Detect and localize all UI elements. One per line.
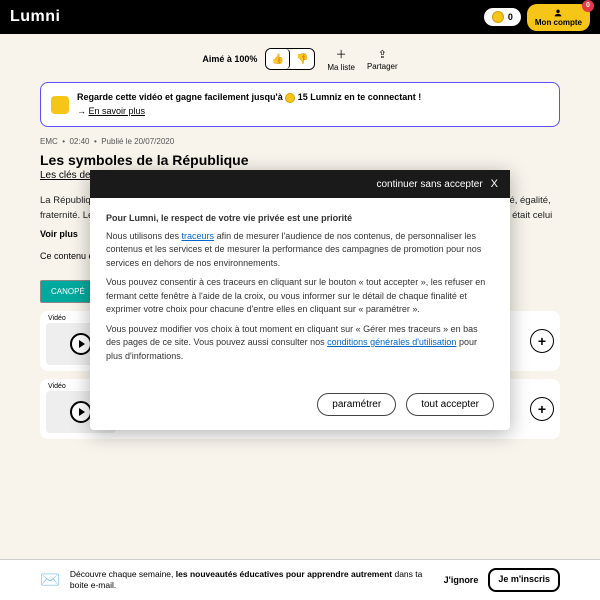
consent-actions: paramétrer tout accepter	[90, 383, 510, 430]
bell-icon	[51, 96, 69, 114]
video-tag: Vidéo	[48, 383, 66, 390]
account-label: Mon compte	[535, 18, 582, 27]
plus-icon: ＋	[336, 46, 347, 62]
action-bar: Aimé à 100% 👍 👎 ＋Ma liste ⇪Partager	[40, 46, 560, 72]
subscribe-button[interactable]: Je m'inscris	[488, 568, 560, 592]
page-title: Les symboles de la République	[40, 152, 560, 168]
coin-icon	[285, 93, 295, 103]
consent-header: continuer sans accepter X	[90, 170, 510, 198]
consent-body: Pour Lumni, le respect de votre vie priv…	[90, 198, 510, 383]
user-icon	[553, 8, 563, 18]
play-icon	[70, 333, 92, 355]
add-to-list-button[interactable]: ＋Ma liste	[327, 46, 355, 72]
coin-icon	[492, 11, 504, 23]
newsletter-text: Découvre chaque semaine, les nouveautés …	[70, 569, 434, 591]
consent-heading: Pour Lumni, le respect de votre vie priv…	[106, 212, 494, 226]
thumbs-up-button[interactable]: 👍	[266, 49, 290, 69]
liked-label: Aimé à 100%	[202, 54, 257, 64]
video-meta: EMC • 02:40 • Publié le 20/07/2020	[40, 137, 560, 146]
terms-link[interactable]: conditions générales d'utilisation	[327, 337, 456, 347]
mail-icon: ✉️	[40, 570, 60, 590]
lumniz-counter[interactable]: 0	[484, 8, 521, 26]
promo-learn-more-link[interactable]: En savoir plus	[89, 106, 146, 116]
newsletter-bar: ✉️ Découvre chaque semaine, les nouveaut…	[0, 559, 600, 600]
coin-count: 0	[508, 12, 513, 22]
share-button[interactable]: ⇪Partager	[367, 48, 398, 71]
close-icon[interactable]: X	[491, 178, 498, 190]
notification-badge: 0	[582, 0, 594, 12]
see-more-button[interactable]: Voir plus	[40, 229, 78, 239]
header-right: 0 0 Mon compte	[484, 4, 590, 31]
accept-all-button[interactable]: tout accepter	[406, 393, 494, 416]
promo-text: Regarde cette vidéo et gagne facilement …	[77, 91, 421, 118]
partner-logo[interactable]: CANOPÉ	[40, 280, 96, 303]
add-button[interactable]: +	[530, 329, 554, 353]
rating-group: 👍 👎	[265, 48, 315, 70]
add-button[interactable]: +	[530, 397, 554, 421]
share-icon: ⇪	[378, 48, 387, 61]
trackers-link[interactable]: traceurs	[182, 231, 215, 241]
promo-banner: Regarde cette vidéo et gagne facilement …	[40, 82, 560, 127]
play-icon	[70, 401, 92, 423]
logo[interactable]: Lumni	[10, 8, 61, 26]
top-bar: Lumni 0 0 Mon compte	[0, 0, 600, 34]
ignore-button[interactable]: J'ignore	[444, 575, 479, 585]
configure-button[interactable]: paramétrer	[317, 393, 396, 416]
account-button[interactable]: 0 Mon compte	[527, 4, 590, 31]
continue-without-accept-button[interactable]: continuer sans accepter	[376, 179, 482, 190]
video-tag: Vidéo	[48, 315, 66, 322]
thumbs-down-button[interactable]: 👎	[290, 49, 314, 69]
consent-modal: continuer sans accepter X Pour Lumni, le…	[90, 170, 510, 430]
